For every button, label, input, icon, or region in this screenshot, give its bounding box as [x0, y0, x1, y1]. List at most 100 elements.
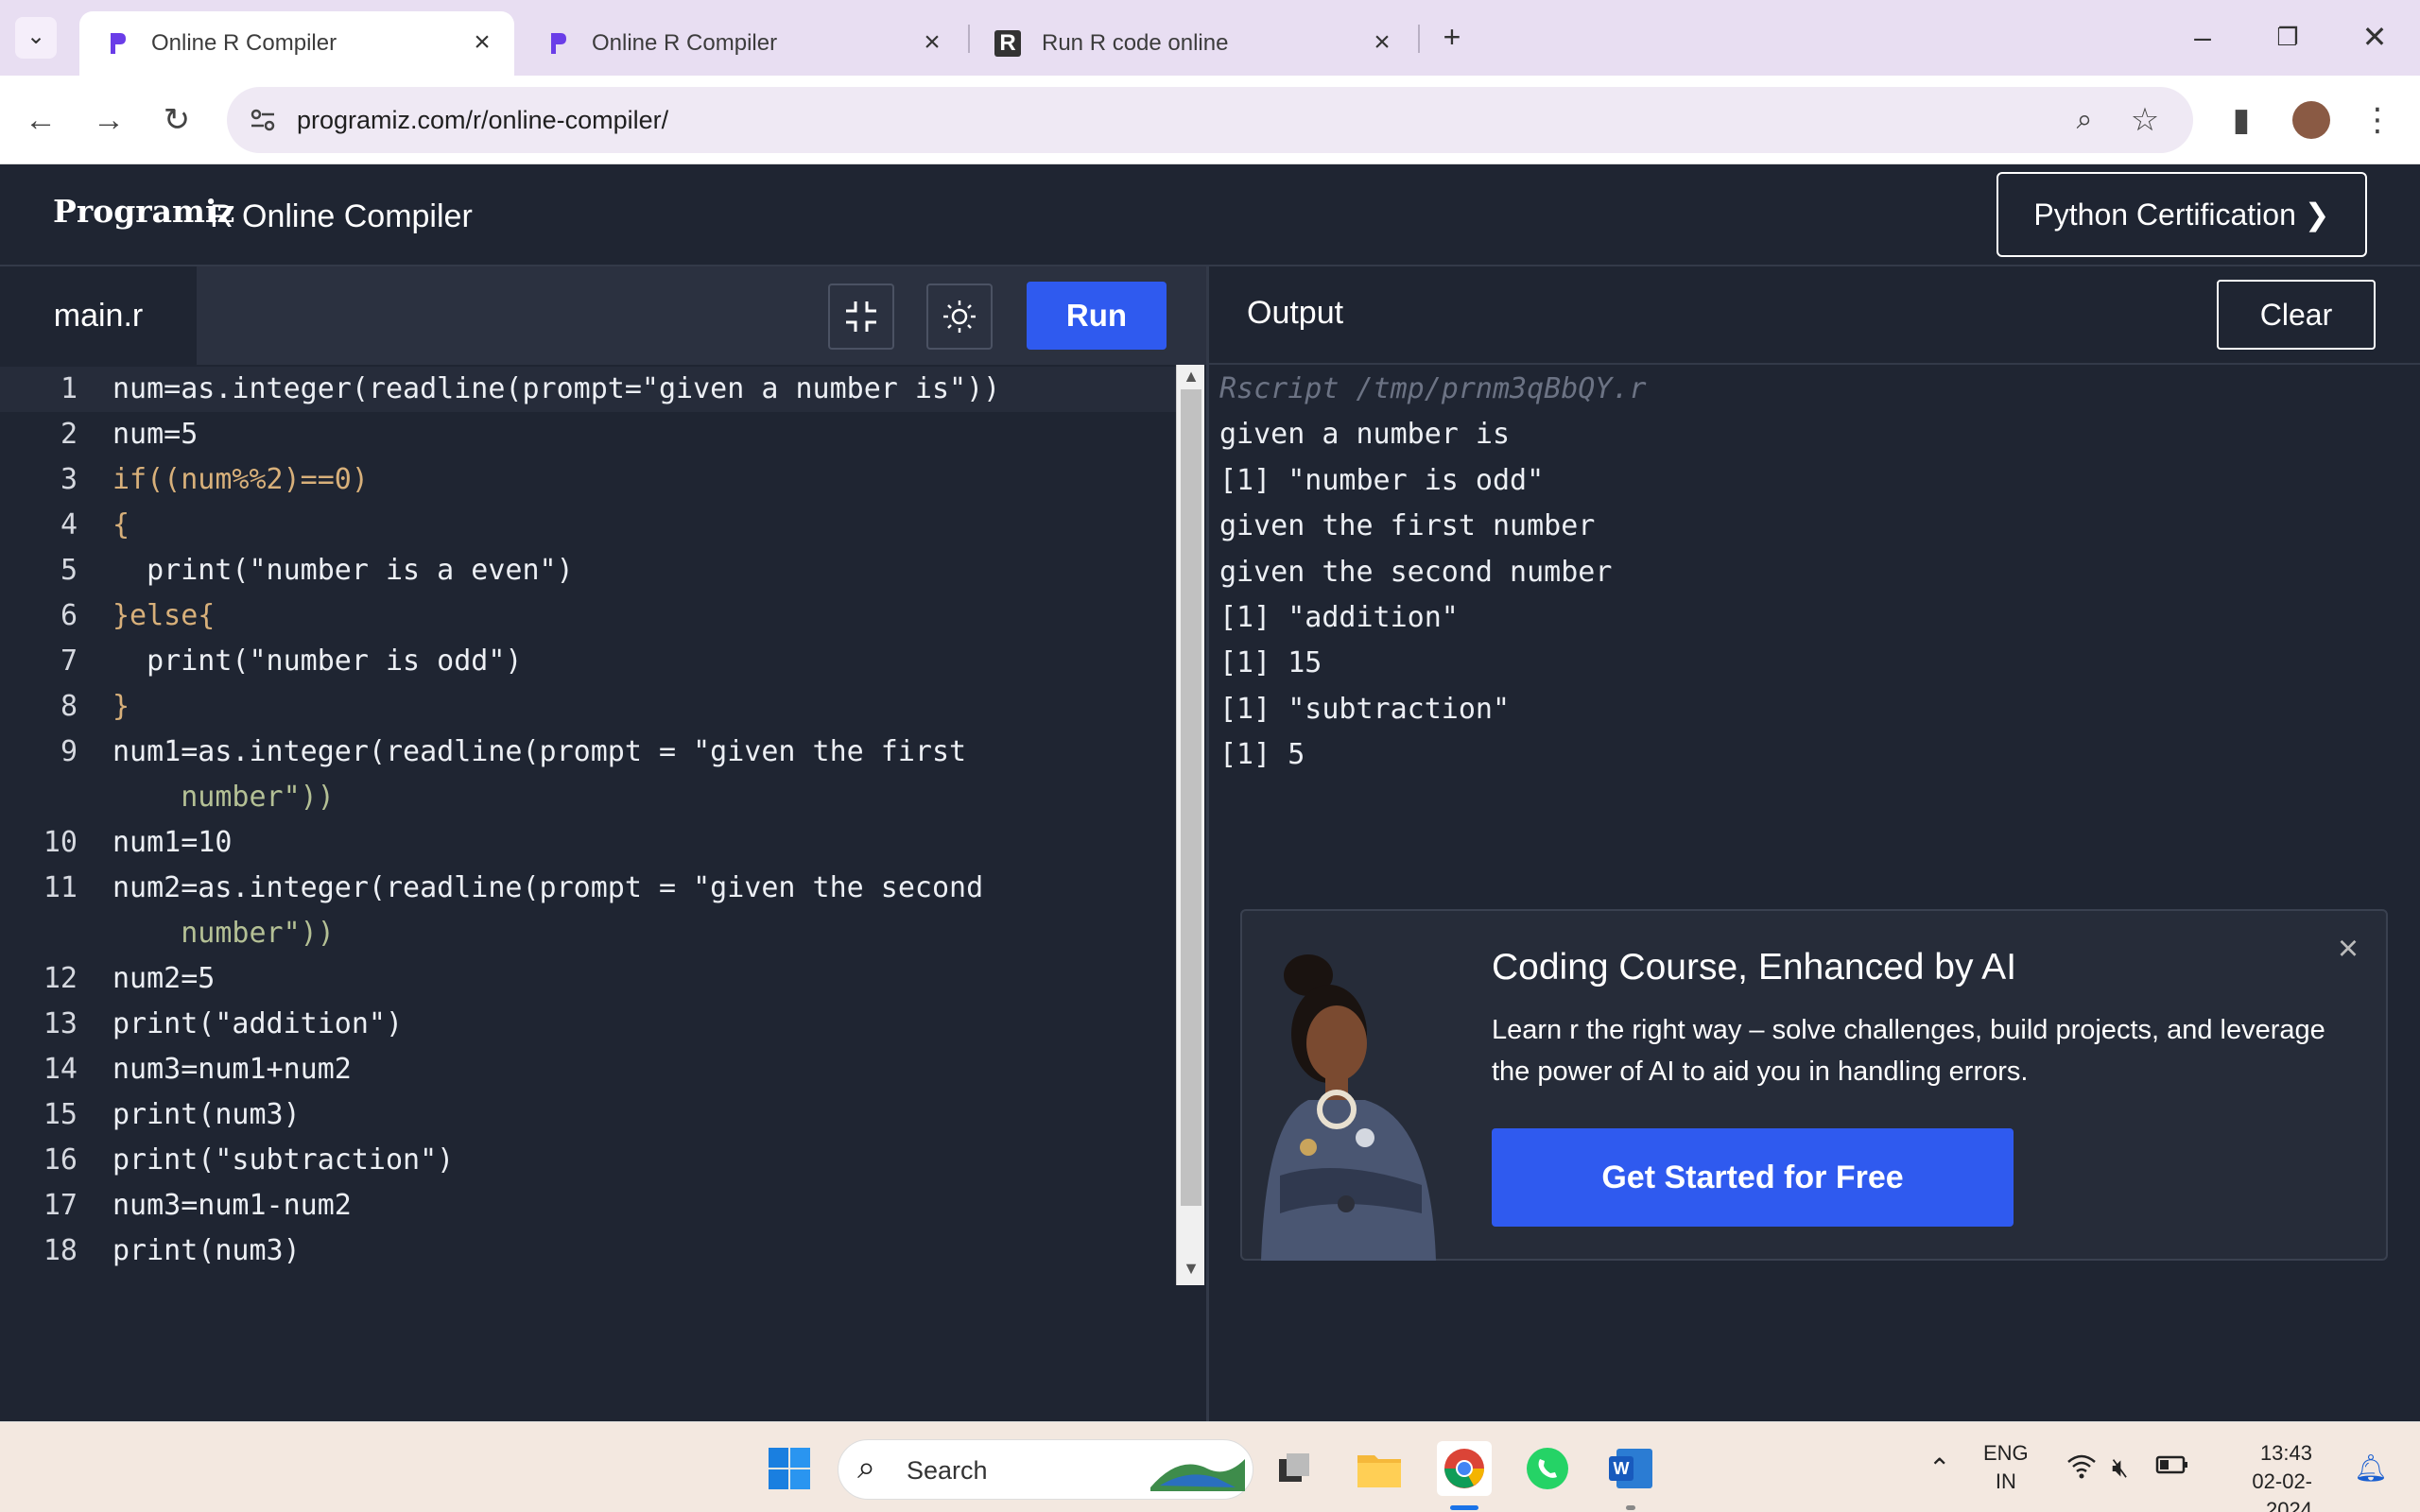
reload-icon[interactable]: ↻	[153, 96, 200, 144]
forward-arrow-icon[interactable]: →	[85, 96, 132, 144]
line-number: 9	[60, 735, 78, 768]
code-text[interactable]: number"))	[112, 775, 335, 820]
taskbar-search[interactable]: ⌕ Search	[838, 1439, 1253, 1500]
code-line[interactable]: 2 num=5	[0, 412, 1176, 457]
tab-close-icon[interactable]: ×	[469, 28, 495, 57]
clear-button[interactable]: Clear	[2217, 280, 2376, 350]
collapse-fullscreen-button[interactable]	[828, 284, 894, 350]
side-panel-icon[interactable]: ▮	[2218, 96, 2265, 144]
wifi-icon[interactable]	[2066, 1452, 2097, 1486]
whatsapp-icon[interactable]	[1520, 1441, 1575, 1496]
code-text[interactable]: num1=as.integer(readline(prompt = "given…	[112, 730, 966, 775]
language-region: IN	[1995, 1469, 2016, 1493]
start-windows-icon[interactable]	[762, 1441, 817, 1496]
bookmark-star-icon[interactable]: ☆	[2121, 96, 2169, 144]
code-text[interactable]: if((num%%2)==0)	[112, 457, 369, 503]
code-line[interactable]: 18 print(num3)	[0, 1228, 1176, 1274]
promo-close-icon[interactable]: ×	[2329, 930, 2367, 968]
file-explorer-icon[interactable]	[1352, 1441, 1407, 1496]
code-line-wrap[interactable]: number"))	[0, 911, 1176, 956]
code-text[interactable]: print("subtraction")	[112, 1138, 454, 1183]
code-line[interactable]: 9 num1=as.integer(readline(prompt = "give…	[0, 730, 1176, 775]
code-line-wrap[interactable]: number"))	[0, 775, 1176, 820]
line-number: 3	[60, 463, 78, 496]
restore-icon[interactable]: ❐	[2267, 17, 2308, 59]
code-text[interactable]: print("number is a even")	[112, 548, 574, 593]
url-text[interactable]: programiz.com/r/online-compiler/	[297, 106, 668, 135]
clock[interactable]: 13:43 02-02-2024	[2218, 1439, 2312, 1512]
code-line[interactable]: 14 num3=num1+num2	[0, 1047, 1176, 1092]
code-text[interactable]: }else{	[112, 593, 215, 639]
minimize-icon[interactable]: –	[2182, 17, 2223, 59]
browser-tab-strip: ⌄ Online R Compiler × Online R Compiler …	[0, 0, 2420, 76]
code-line[interactable]: 16 print("subtraction")	[0, 1138, 1176, 1183]
tab-online-r-compiler-2[interactable]: Online R Compiler ×	[520, 11, 964, 76]
code-text[interactable]: num3=num1+num2	[112, 1047, 352, 1092]
address-bar[interactable]: programiz.com/r/online-compiler/ ⌕ ☆	[227, 87, 2193, 153]
word-icon[interactable]: W	[1603, 1441, 1658, 1496]
code-text[interactable]: num2=as.integer(readline(prompt = "given…	[112, 866, 983, 911]
scrollbar-thumb[interactable]	[1181, 389, 1201, 1206]
code-text[interactable]: num2=5	[112, 956, 215, 1002]
code-line[interactable]: 1 num=as.integer(readline(prompt="given a…	[0, 367, 1176, 412]
tab-run-r-code-online[interactable]: R Run R code online ×	[970, 11, 1414, 76]
scroll-down-arrow-icon[interactable]: ▼	[1177, 1259, 1205, 1279]
code-text[interactable]: num1=10	[112, 820, 232, 866]
code-text[interactable]: print("number is odd")	[112, 639, 522, 684]
site-info-icon[interactable]	[246, 103, 280, 137]
line-number: 14	[43, 1053, 78, 1086]
back-arrow-icon[interactable]: ←	[17, 96, 64, 144]
python-certification-button[interactable]: Python Certification ❯	[1996, 172, 2367, 257]
code-text[interactable]: num=as.integer(readline(prompt="given a …	[112, 367, 1000, 412]
code-line[interactable]: 4{	[0, 503, 1176, 548]
code-line[interactable]: 3 if((num%%2)==0)	[0, 457, 1176, 503]
tab-title: Online R Compiler	[592, 30, 778, 56]
language-indicator[interactable]: ENG IN	[1983, 1439, 2029, 1496]
code-line[interactable]: 17 num3=num1-num2	[0, 1183, 1176, 1228]
zoom-icon[interactable]: ⌕	[2061, 96, 2108, 144]
new-tab-icon[interactable]: +	[1431, 17, 1473, 59]
code-text[interactable]: }	[112, 684, 130, 730]
code-line[interactable]: 12 num2=5	[0, 956, 1176, 1002]
programiz-logo[interactable]: Programiz	[53, 193, 234, 230]
code-editor[interactable]: 1 num=as.integer(readline(prompt="given a…	[0, 365, 1176, 1419]
code-line[interactable]: 13 print("addition")	[0, 1002, 1176, 1047]
task-view-icon[interactable]	[1267, 1441, 1322, 1496]
code-text[interactable]: print(num3)	[112, 1092, 301, 1138]
notification-bell-icon[interactable]: 🔔︎	[2354, 1452, 2388, 1484]
battery-icon[interactable]	[2155, 1452, 2189, 1483]
code-text[interactable]: print(num3)	[112, 1228, 301, 1274]
browser-menu-icon[interactable]: ⋮	[2354, 96, 2401, 144]
search-highlight-image	[1150, 1459, 1245, 1491]
code-line[interactable]: 6}else{	[0, 593, 1176, 639]
tab-search-icon[interactable]: ⌄	[15, 17, 57, 59]
tab-online-r-compiler-1[interactable]: Online R Compiler ×	[79, 11, 514, 76]
code-text[interactable]: number"))	[112, 911, 335, 956]
code-text[interactable]: print("addition")	[112, 1002, 403, 1047]
run-button[interactable]: Run	[1027, 282, 1167, 350]
collapse-icon	[846, 301, 876, 332]
theme-toggle-button[interactable]	[926, 284, 993, 350]
scroll-up-arrow-icon[interactable]: ▲	[1177, 367, 1205, 387]
show-hidden-icons-icon[interactable]: ⌃	[1928, 1452, 1950, 1484]
file-tab-main-r[interactable]: main.r	[0, 266, 197, 365]
code-text[interactable]: num=5	[112, 412, 198, 457]
code-line[interactable]: 11 num2=as.integer(readline(prompt = "giv…	[0, 866, 1176, 911]
editor-scrollbar[interactable]: ▲ ▼	[1176, 365, 1204, 1285]
window-close-icon[interactable]: ✕	[2354, 17, 2395, 59]
code-text[interactable]: num3=num1-num2	[112, 1183, 352, 1228]
pane-divider[interactable]	[1206, 266, 1209, 1421]
get-started-button[interactable]: Get Started for Free	[1492, 1128, 2014, 1227]
code-line[interactable]: 7 print("number is odd")	[0, 639, 1176, 684]
code-line[interactable]: 15 print(num3)	[0, 1092, 1176, 1138]
speaker-muted-icon[interactable]: 🔇︎	[2112, 1452, 2129, 1484]
tab-close-icon[interactable]: ×	[1369, 28, 1395, 57]
code-line[interactable]: 10 num1=10	[0, 820, 1176, 866]
code-text[interactable]: {	[112, 503, 130, 548]
profile-avatar[interactable]	[2288, 96, 2335, 144]
chrome-icon[interactable]	[1437, 1441, 1492, 1496]
tab-close-icon[interactable]: ×	[919, 28, 945, 57]
code-line[interactable]: 8}	[0, 684, 1176, 730]
output-toolbar: Output Clear	[1209, 266, 2420, 365]
code-line[interactable]: 5 print("number is a even")	[0, 548, 1176, 593]
